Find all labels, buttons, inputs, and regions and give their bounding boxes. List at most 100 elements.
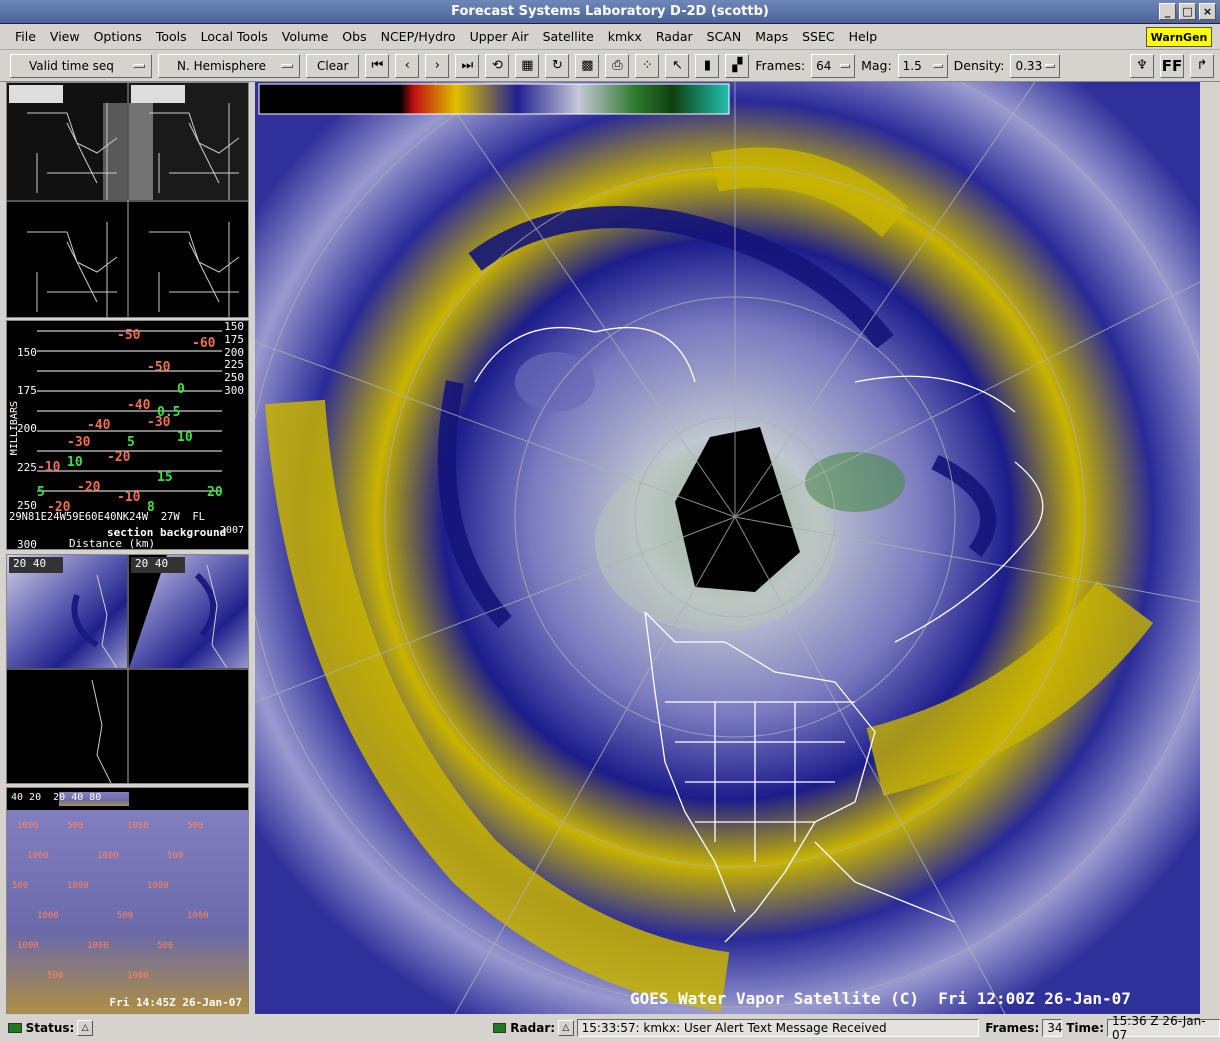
projection-dropdown[interactable]: N. Hemisphere	[158, 53, 300, 78]
panel-plotted-obs[interactable]: 1000 500 1000 500 1000 1000 500 500 1000 1000 1…	[6, 787, 249, 1014]
radar-expand-icon[interactable]: △	[558, 1019, 574, 1036]
corner-arrow-icon[interactable]: ↱	[1190, 53, 1214, 78]
menu-view[interactable]: View	[43, 29, 87, 44]
warngen-button[interactable]: WarnGen	[1146, 27, 1212, 47]
menu-kmkx[interactable]: kmkx	[601, 29, 649, 44]
time-status-value: 15:36 Z 26-Jan-07	[1107, 1014, 1220, 1041]
menu-scan[interactable]: SCAN	[700, 29, 749, 44]
status-label: Status:	[25, 1020, 75, 1035]
svg-text:15: 15	[157, 470, 173, 485]
left-pane: -50 -60 -50 -40 -30 -40 -30 -20 -10 -20 -20 -10 …	[0, 82, 255, 1014]
svg-text:-50: -50	[147, 360, 171, 375]
image-combine-icon[interactable]: ▦	[515, 53, 540, 78]
time-seq-value: Valid time seq	[29, 58, 114, 73]
four-panel-icon[interactable]: ▞	[725, 53, 750, 78]
menu-satellite[interactable]: Satellite	[536, 29, 601, 44]
panel-visible-maps[interactable]	[6, 82, 249, 318]
menu-volume[interactable]: Volume	[275, 29, 336, 44]
svg-text:1000: 1000	[27, 851, 49, 861]
svg-text:1000: 1000	[37, 911, 59, 921]
points-icon[interactable]: ⁘	[635, 53, 660, 78]
svg-text:1000: 1000	[87, 941, 109, 951]
mag-value: 1.5	[902, 58, 922, 73]
svg-text:500: 500	[187, 821, 203, 831]
status-expand-icon[interactable]: △	[77, 1019, 93, 1036]
first-frame-icon[interactable]: ⏮	[365, 53, 390, 78]
menu-upper-air[interactable]: Upper Air	[463, 29, 536, 44]
svg-text:10: 10	[67, 455, 83, 470]
obs-time: Fri 14:45Z 26-Jan-07	[109, 996, 242, 1009]
svg-text:500: 500	[167, 851, 183, 861]
xsection-sub: section background	[107, 526, 227, 539]
pressure-label: 150	[17, 345, 37, 359]
prev-frame-icon[interactable]: ‹	[395, 53, 420, 78]
svg-text:20: 20	[207, 485, 223, 500]
svg-text:1000: 1000	[17, 941, 39, 951]
minimize-icon[interactable]: _	[1159, 3, 1176, 20]
svg-text:0.5: 0.5	[157, 405, 180, 420]
svg-text:-30: -30	[67, 435, 91, 450]
pressure-label: 175	[224, 332, 244, 346]
panel-water-vapor-quad[interactable]: 20 40 20 40	[6, 554, 249, 784]
svg-text:5: 5	[127, 435, 135, 450]
svg-text:500: 500	[12, 881, 28, 891]
svg-text:500: 500	[157, 941, 173, 951]
toolbar: Valid time seq N. Hemisphere Clear ⏮ ‹ ›…	[0, 50, 1220, 82]
menu-bar: File View Options Tools Local Tools Volu…	[0, 24, 1220, 50]
pressure-label: 150	[224, 320, 244, 333]
colormap-icon[interactable]: ▩	[575, 53, 600, 78]
menu-ncep-hydro[interactable]: NCEP/Hydro	[374, 29, 463, 44]
density-value: 0.33	[1015, 58, 1043, 73]
print-icon[interactable]: ⎙	[605, 53, 630, 78]
pressure-label: 200	[17, 422, 37, 436]
pressure-label: 300	[224, 383, 244, 397]
density-dropdown[interactable]: 0.33	[1010, 53, 1061, 78]
close-icon[interactable]: ×	[1199, 3, 1216, 20]
menu-obs[interactable]: Obs	[335, 29, 373, 44]
refresh-icon[interactable]: ↻	[545, 53, 570, 78]
svg-text:1000: 1000	[127, 971, 149, 981]
frames-label: Frames:	[755, 58, 806, 73]
menu-local-tools[interactable]: Local Tools	[194, 29, 275, 44]
tornado-icon[interactable]: ♆	[1130, 53, 1154, 78]
panel-cross-section[interactable]: -50 -60 -50 -40 -30 -40 -30 -20 -10 -20 -20 -10 …	[6, 320, 249, 550]
svg-text:1000: 1000	[147, 881, 169, 891]
menu-radar[interactable]: Radar	[649, 29, 700, 44]
frames-value: 64	[816, 58, 832, 73]
ff-button[interactable]: FF	[1160, 53, 1184, 78]
single-panel-icon[interactable]: ▮	[695, 53, 720, 78]
xsection-xlabels: 29N81E24W59E60E40NK24W 27W FL	[9, 511, 205, 523]
svg-text:1000: 1000	[97, 851, 119, 861]
wv-scale-label-1: 20 40	[13, 557, 47, 570]
svg-text:-40: -40	[87, 418, 111, 433]
svg-text:500: 500	[67, 821, 83, 831]
menu-ssec[interactable]: SSEC	[795, 29, 842, 44]
svg-text:-60: -60	[192, 336, 216, 351]
svg-text:10: 10	[177, 430, 193, 445]
next-frame-icon[interactable]: ›	[425, 53, 450, 78]
mag-dropdown[interactable]: 1.5	[897, 53, 948, 78]
svg-text:-20: -20	[107, 450, 131, 465]
menu-maps[interactable]: Maps	[748, 29, 795, 44]
clear-button[interactable]: Clear	[306, 53, 360, 78]
obs-scale: 40 20 20 40 80	[11, 792, 102, 803]
obs-svg: 1000 500 1000 500 1000 1000 500 500 1000 1000 1…	[7, 788, 248, 1013]
menu-tools[interactable]: Tools	[149, 29, 194, 44]
right-scrollbar[interactable]	[1200, 82, 1220, 1014]
radar-label: Radar:	[510, 1020, 556, 1035]
loop-icon[interactable]: ⟲	[485, 53, 510, 78]
menu-file[interactable]: File	[8, 29, 43, 44]
wv-quad-svg	[7, 555, 248, 783]
xsection-pressure-right: 150 175 200 225 250 300	[224, 321, 244, 398]
last-frame-icon[interactable]: ⏭	[455, 53, 480, 78]
time-seq-dropdown[interactable]: Valid time seq	[10, 53, 152, 78]
svg-text:1000: 1000	[17, 821, 39, 831]
frames-dropdown[interactable]: 64	[811, 53, 856, 78]
menu-help[interactable]: Help	[842, 29, 885, 44]
menu-options[interactable]: Options	[87, 29, 149, 44]
maximize-icon[interactable]: □	[1179, 3, 1196, 20]
main-display[interactable]: GOES Water Vapor Satellite (C) Fri 12:00…	[255, 82, 1200, 1014]
pointer-icon[interactable]: ↖	[665, 53, 690, 78]
xsection-year: 2007	[219, 525, 244, 536]
xsection-ylabel: MILLIBARS	[9, 401, 20, 456]
